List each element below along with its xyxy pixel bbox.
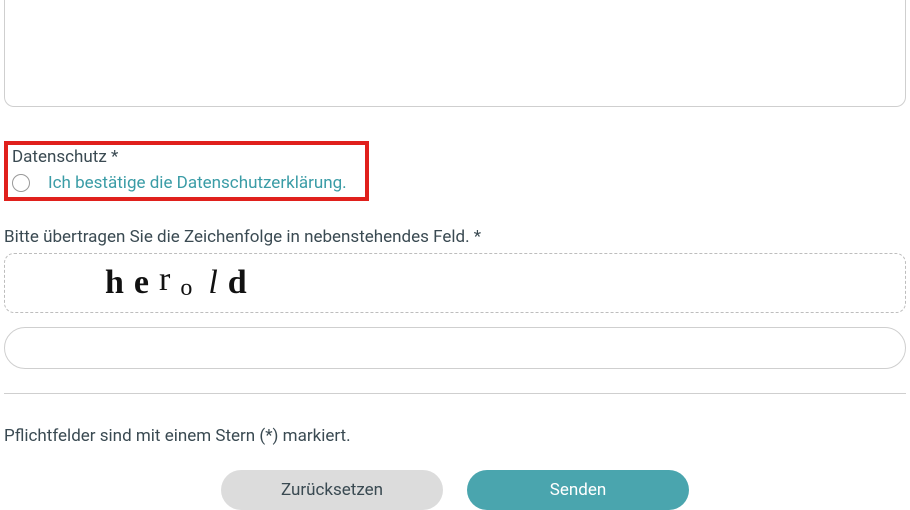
captcha-char: d <box>228 264 257 301</box>
captcha-input[interactable] <box>4 327 906 369</box>
captcha-char: r <box>159 261 180 298</box>
privacy-label: Datenschutz * <box>12 147 361 167</box>
required-fields-note: Pflichtfelder sind mit einem Stern (*) m… <box>4 426 906 446</box>
message-textarea[interactable] <box>4 0 906 107</box>
privacy-checkbox-row: Ich bestätige die Datenschutzerklärung. <box>12 173 361 193</box>
captcha-char: e <box>134 264 159 301</box>
privacy-link[interactable]: Ich bestätige die Datenschutzerklärung. <box>48 173 347 193</box>
captcha-char: l <box>208 264 227 301</box>
button-row: Zurücksetzen Senden <box>4 470 906 510</box>
captcha-char: o <box>180 275 202 301</box>
privacy-checkbox[interactable] <box>12 174 30 192</box>
captcha-text: herold <box>105 264 257 302</box>
captcha-char: h <box>105 264 134 301</box>
reset-button[interactable]: Zurücksetzen <box>221 470 443 510</box>
captcha-image: herold <box>4 253 906 313</box>
captcha-label: Bitte übertragen Sie die Zeichenfolge in… <box>4 227 906 247</box>
submit-button[interactable]: Senden <box>467 470 689 510</box>
divider <box>4 393 906 394</box>
privacy-group: Datenschutz * Ich bestätige die Datensch… <box>4 141 369 201</box>
